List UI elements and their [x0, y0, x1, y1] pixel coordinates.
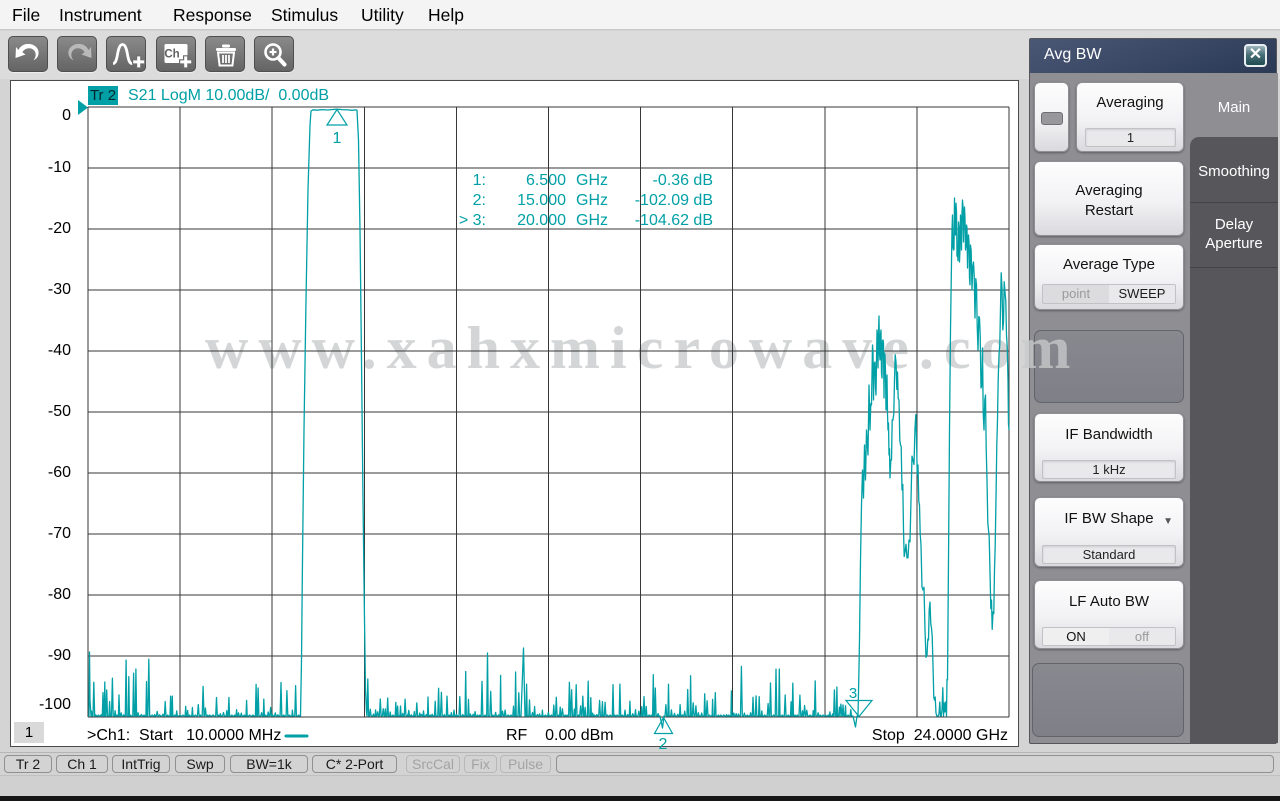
svg-text:1:: 1: — [473, 172, 486, 189]
svg-text:3: 3 — [849, 685, 857, 702]
svg-text:-0.36 dB: -0.36 dB — [653, 172, 713, 189]
svg-text:-102.09 dB: -102.09 dB — [635, 192, 713, 209]
svg-text:20.000: 20.000 — [517, 212, 566, 229]
svg-text:1: 1 — [333, 130, 342, 147]
svg-text:> 3:: > 3: — [459, 212, 486, 229]
svg-text:-104.62 dB: -104.62 dB — [635, 212, 713, 229]
svg-text:2:: 2: — [473, 192, 486, 209]
svg-text:2: 2 — [659, 736, 668, 753]
svg-text:15.000: 15.000 — [517, 192, 566, 209]
svg-text:GHz: GHz — [576, 172, 608, 189]
svg-text:GHz: GHz — [576, 212, 608, 229]
svg-text:GHz: GHz — [576, 192, 608, 209]
svg-text:6.500: 6.500 — [526, 172, 566, 189]
